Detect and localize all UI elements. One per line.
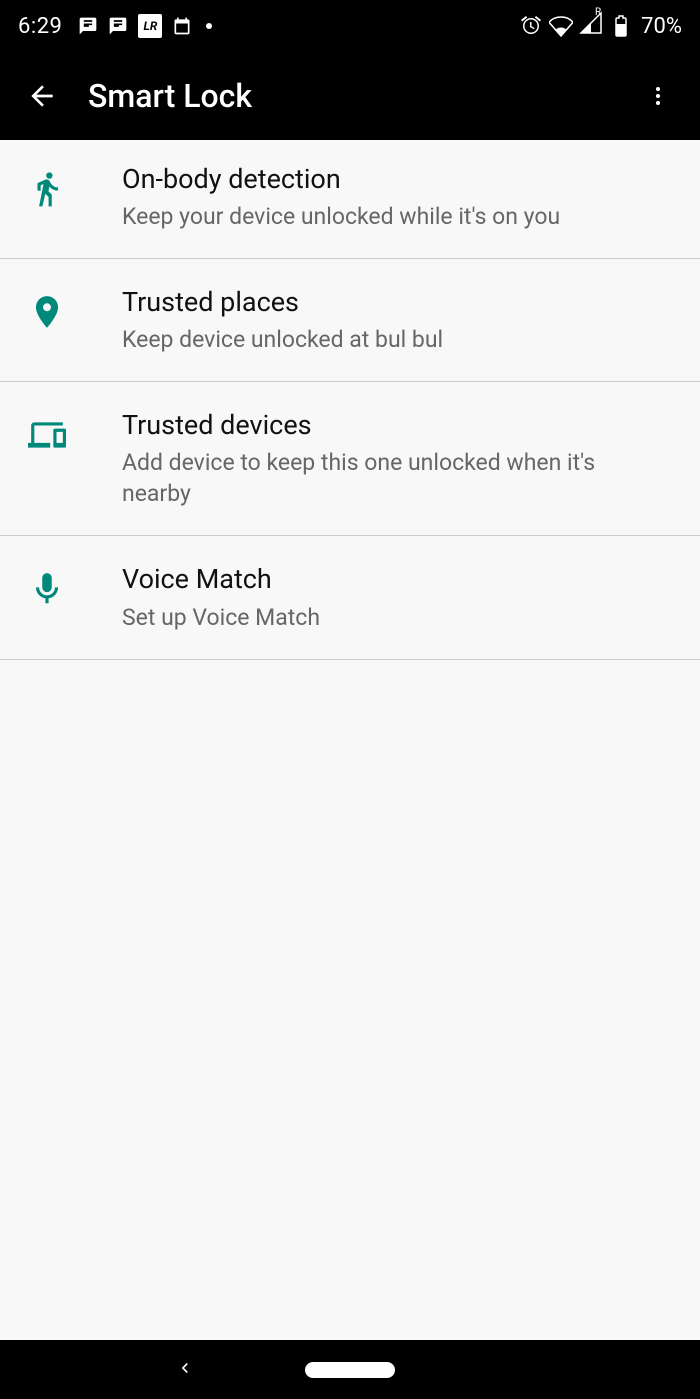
item-trusted-places[interactable]: Trusted places Keep device unlocked at b…	[0, 259, 700, 382]
lr-app-icon: LR	[138, 14, 162, 38]
place-icon	[28, 293, 66, 331]
item-subtitle: Keep your device unlocked while it's on …	[122, 201, 662, 232]
item-texts: Voice Match Set up Voice Match	[122, 562, 672, 632]
alarm-icon	[519, 14, 543, 38]
item-subtitle: Set up Voice Match	[122, 602, 662, 633]
item-trusted-devices[interactable]: Trusted devices Add device to keep this …	[0, 382, 700, 536]
chevron-left-icon	[175, 1358, 195, 1378]
status-left: 6:29 LR	[18, 14, 212, 39]
more-vert-icon	[646, 84, 670, 108]
arrow-back-icon	[26, 80, 58, 112]
item-texts: Trusted places Keep device unlocked at b…	[122, 285, 672, 355]
status-right: 70%	[519, 11, 682, 41]
nav-home-pill[interactable]	[305, 1362, 395, 1378]
page-title: Smart Lock	[88, 77, 638, 115]
app-bar: Smart Lock	[0, 52, 700, 140]
item-subtitle: Add device to keep this one unlocked whe…	[122, 447, 662, 509]
more-notifications-icon	[206, 23, 212, 29]
item-texts: On-body detection Keep your device unloc…	[122, 162, 672, 232]
status-bar: 6:29 LR 70%	[0, 0, 700, 52]
walking-icon	[28, 170, 66, 208]
devices-icon	[28, 416, 66, 454]
item-title: Voice Match	[122, 562, 662, 597]
nav-back-button[interactable]	[175, 1356, 195, 1384]
back-button[interactable]	[22, 76, 62, 116]
mic-icon	[28, 570, 66, 608]
item-texts: Trusted devices Add device to keep this …	[122, 408, 672, 509]
status-time: 6:29	[18, 14, 62, 39]
battery-icon	[609, 14, 633, 38]
item-title: Trusted devices	[122, 408, 662, 443]
battery-percent: 70%	[641, 14, 682, 39]
message-icon	[78, 16, 98, 36]
item-title: On-body detection	[122, 162, 662, 197]
item-title: Trusted places	[122, 285, 662, 320]
content-area: On-body detection Keep your device unloc…	[0, 140, 700, 1340]
item-subtitle: Keep device unlocked at bul bul	[122, 324, 662, 355]
overflow-menu-button[interactable]	[638, 76, 678, 116]
item-voice-match[interactable]: Voice Match Set up Voice Match	[0, 536, 700, 659]
item-on-body-detection[interactable]: On-body detection Keep your device unloc…	[0, 140, 700, 259]
navigation-bar	[0, 1340, 700, 1399]
calendar-icon	[172, 16, 192, 36]
chat-icon	[108, 16, 128, 36]
signal-icon	[579, 11, 603, 41]
wifi-icon	[549, 14, 573, 38]
